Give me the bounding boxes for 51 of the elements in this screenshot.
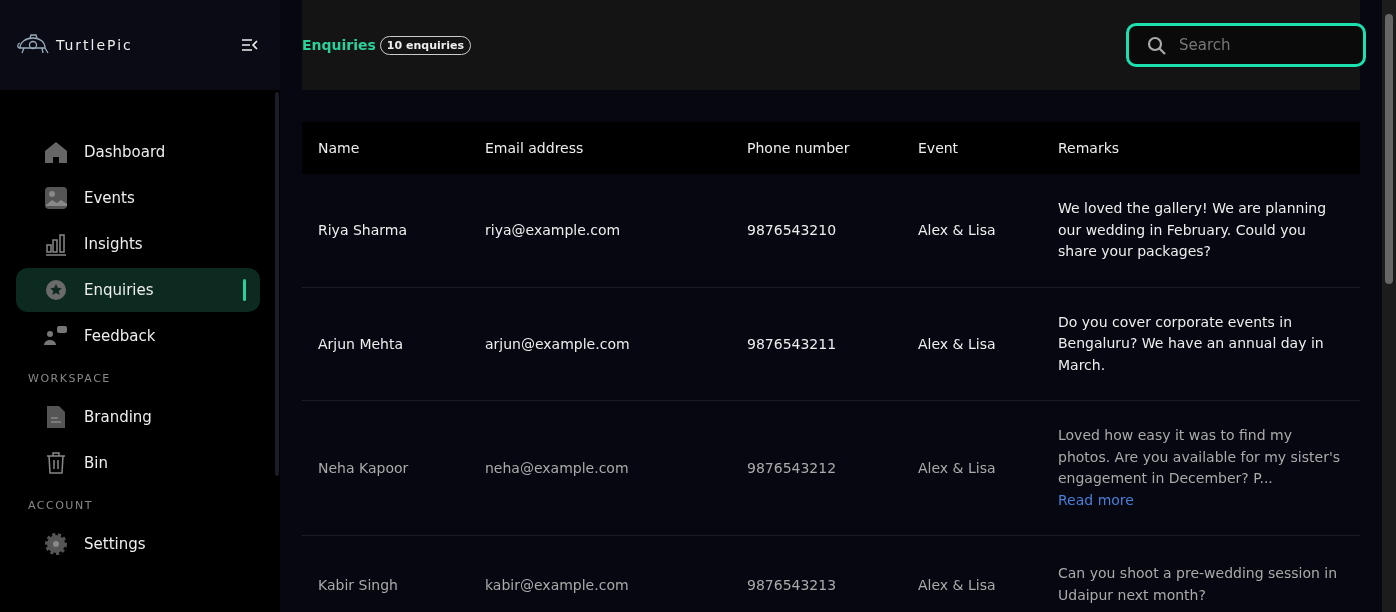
remarks-text: Loved how easy it was to find my photos. Are you available for my sister's engagement in December? P... [1058,426,1342,488]
search-icon [1147,36,1167,56]
table-cell-text: riya@example.com [484,222,622,239]
sidebar-item[interactable]: Settings [16,522,260,566]
trash-icon [44,451,68,475]
table-cell-text: Alex & Lisa [917,576,997,593]
image-icon [44,186,68,210]
bar-chart-icon [44,232,68,256]
active-indicator [243,279,246,301]
column-header: Email address [484,140,585,156]
brand-name: TurtlePic [56,37,134,53]
remarks-text: Do you cover corporate events in Bengaluru? We have an annual day in March. [1058,312,1325,375]
section-heading: WORKSPACE [28,372,112,385]
collapse-menu-icon[interactable] [242,39,258,51]
people-chat-icon [44,324,68,348]
page-title: Enquiries [302,37,376,53]
settings-icon [44,532,68,556]
table-cell-text: arjun@example.com [484,335,631,352]
table-cell-text: neha@example.com [484,460,630,476]
column-header: Remarks [1057,140,1121,156]
table-cell-text: Riya Sharma [317,222,408,239]
sidebar-item[interactable]: Dashboard [16,130,260,174]
remarks-text: We loved the gallery! We are planning our wedding in February. Could you share your packages? [1058,199,1328,261]
table-cell-text: Kabir Singh [317,576,399,593]
home-icon [44,140,68,164]
search-field[interactable]: Search [1126,23,1366,67]
sidebar-item[interactable]: Bin [16,441,260,485]
sidebar-item[interactable]: Branding [16,395,260,439]
table-cell-text: Alex & Lisa [917,335,997,352]
column-header: Name [317,140,361,156]
remarks-text: Can you shoot a pre-wedding session in Udaipur next month? [1058,564,1339,605]
section-heading: ACCOUNT [28,499,94,512]
table-cell-text: Neha Kapoor [317,460,410,476]
table-cell-text: 9876543211 [746,335,838,352]
page-scrollbar[interactable] [1382,0,1396,612]
sidebar-item[interactable]: Feedback [16,314,260,358]
table-cell-text: Arjun Mehta [317,335,405,352]
table-cell-text: 9876543210 [746,222,838,239]
sidebar-item[interactable]: Events [16,176,260,220]
column-header: Event [917,140,960,156]
sidebar-item[interactable]: Enquiries [16,268,260,312]
read-more-link[interactable]: Read more [1058,491,1134,508]
sidebar-item[interactable]: Insights [16,222,260,266]
table-cell-text: Alex & Lisa [917,222,997,239]
table-cell-text: Alex & Lisa [917,460,997,476]
turtle-logo-icon [16,34,50,56]
document-icon [44,405,68,429]
column-header: Phone number [746,140,851,156]
table-cell-text: 9876543213 [746,576,838,593]
table-cell-text: 9876543212 [746,460,838,476]
table-cell-text: kabir@example.com [484,576,630,593]
